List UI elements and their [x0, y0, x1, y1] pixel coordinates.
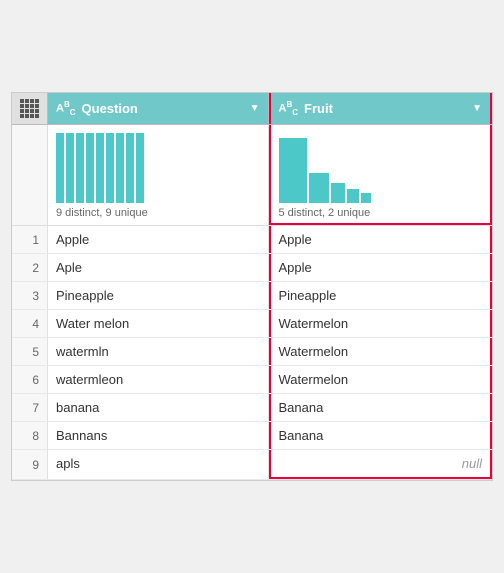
fruit-column-header[interactable]: ABC Fruit ▼ [269, 93, 493, 124]
bar [96, 133, 104, 203]
fruit-cell: Apple [269, 226, 493, 253]
bar [56, 133, 64, 203]
row-number: 5 [12, 338, 48, 365]
row-number: 2 [12, 254, 48, 281]
fruit-histogram: 5 distinct, 2 unique [269, 125, 493, 225]
table-row: 5watermlnWatermelon [12, 338, 492, 366]
data-rows: 1AppleApple2ApleApple3PineapplePineapple… [12, 226, 492, 480]
question-cell: Water melon [48, 310, 269, 337]
fruit-bars [279, 133, 483, 203]
fruit-cell: null [269, 450, 493, 479]
question-cell: Bannans [48, 422, 269, 449]
question-cell: Pineapple [48, 282, 269, 309]
question-cell: Aple [48, 254, 269, 281]
bar [86, 133, 94, 203]
table-grid-icon [20, 99, 39, 118]
table-row: 7bananaBanana [12, 394, 492, 422]
table-row: 1AppleApple [12, 226, 492, 254]
fruit-cell: Watermelon [269, 310, 493, 337]
row-num-header [12, 93, 48, 124]
fruit-cell: Banana [269, 394, 493, 421]
fruit-cell: Watermelon [269, 338, 493, 365]
fruit-cell: Apple [269, 254, 493, 281]
data-table: ABC Question ▼ ABC Fruit ▼ [11, 92, 493, 481]
bar [361, 193, 371, 203]
question-cell: apls [48, 450, 269, 479]
fruit-cell: Pineapple [269, 282, 493, 309]
question-cell: banana [48, 394, 269, 421]
row-number: 8 [12, 422, 48, 449]
bar [106, 133, 114, 203]
question-cell: watermln [48, 338, 269, 365]
histogram-row-num [12, 125, 48, 225]
fruit-cell: Banana [269, 422, 493, 449]
bar [347, 189, 359, 203]
table-row: 9aplsnull [12, 450, 492, 480]
question-type-icon: ABC [56, 100, 76, 117]
table-row: 6watermleonWatermelon [12, 366, 492, 394]
bar [126, 133, 134, 203]
fruit-cell: Watermelon [269, 366, 493, 393]
header-row: ABC Question ▼ ABC Fruit ▼ [12, 93, 492, 125]
question-dropdown-icon[interactable]: ▼ [250, 103, 260, 114]
row-number: 4 [12, 310, 48, 337]
bar [76, 133, 84, 203]
question-col-label: Question [82, 101, 138, 116]
row-number: 1 [12, 226, 48, 253]
bar [331, 183, 345, 203]
table-row: 8BannansBanana [12, 422, 492, 450]
question-cell: watermleon [48, 366, 269, 393]
table-row: 3PineapplePineapple [12, 282, 492, 310]
bar [116, 133, 124, 203]
question-histogram: 9 distinct, 9 unique [48, 125, 269, 225]
histogram-row: 9 distinct, 9 unique 5 distinct, 2 uniqu… [12, 125, 492, 226]
table-row: 4Water melonWatermelon [12, 310, 492, 338]
row-number: 9 [12, 450, 48, 479]
bar [279, 138, 307, 203]
row-number: 7 [12, 394, 48, 421]
fruit-histogram-label: 5 distinct, 2 unique [279, 207, 371, 219]
question-cell: Apple [48, 226, 269, 253]
question-histogram-label: 9 distinct, 9 unique [56, 207, 148, 219]
question-bars [56, 133, 260, 203]
table-row: 2ApleApple [12, 254, 492, 282]
fruit-dropdown-icon[interactable]: ▼ [472, 103, 482, 114]
fruit-col-label: Fruit [304, 101, 333, 116]
row-number: 6 [12, 366, 48, 393]
question-column-header[interactable]: ABC Question ▼ [48, 93, 269, 124]
bar [66, 133, 74, 203]
row-number: 3 [12, 282, 48, 309]
bar [309, 173, 329, 203]
bar [136, 133, 144, 203]
fruit-type-icon: ABC [279, 100, 299, 117]
